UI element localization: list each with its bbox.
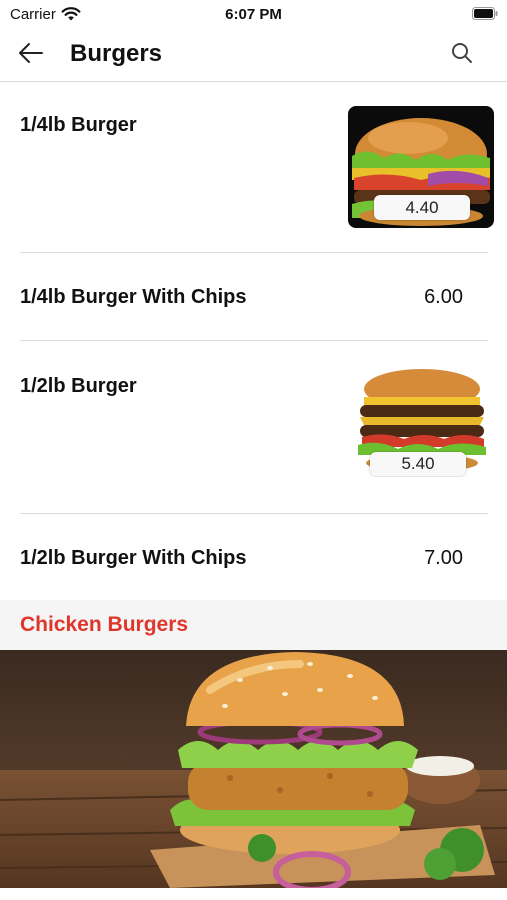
item-price: 7.00 bbox=[424, 547, 463, 569]
price-badge: 5.40 bbox=[370, 452, 466, 476]
item-price: 4.40 bbox=[405, 198, 439, 217]
menu-item-quarter-burger-chips[interactable]: 1/4lb Burger With Chips 6.00 bbox=[0, 253, 507, 340]
page-title: Burgers bbox=[70, 40, 163, 67]
menu-item-half-burger[interactable]: 1/2lb Burger 5.40 bbox=[0, 341, 507, 513]
nav-bar: Burgers bbox=[0, 30, 507, 82]
burger-image: 4.40 bbox=[348, 106, 494, 228]
menu-item-half-burger-chips[interactable]: 1/2lb Burger With Chips 7.00 bbox=[0, 514, 507, 600]
item-price: 5.40 bbox=[401, 454, 435, 473]
item-name: 1/4lb Burger bbox=[20, 114, 137, 136]
search-icon[interactable] bbox=[451, 42, 473, 64]
status-bar: Carrier 6:07 PM bbox=[0, 0, 507, 30]
bottom-spacer bbox=[0, 888, 507, 900]
clock: 6:07 PM bbox=[225, 6, 282, 23]
menu-item-quarter-burger[interactable]: 1/4lb Burger 4.40 bbox=[0, 82, 507, 252]
burger-image: 5.40 bbox=[354, 367, 490, 477]
battery-icon bbox=[472, 7, 498, 20]
item-name: 1/2lb Burger bbox=[20, 375, 137, 397]
item-name: 1/2lb Burger With Chips bbox=[20, 547, 247, 569]
section-title: Chicken Burgers bbox=[20, 613, 189, 636]
arrow-left-icon[interactable] bbox=[18, 42, 44, 64]
section-header: Chicken Burgers bbox=[0, 600, 507, 650]
item-name: 1/4lb Burger With Chips bbox=[20, 286, 247, 308]
price-badge: 4.40 bbox=[374, 195, 470, 220]
item-price: 6.00 bbox=[424, 286, 463, 308]
chicken-burger-image[interactable] bbox=[0, 650, 507, 888]
